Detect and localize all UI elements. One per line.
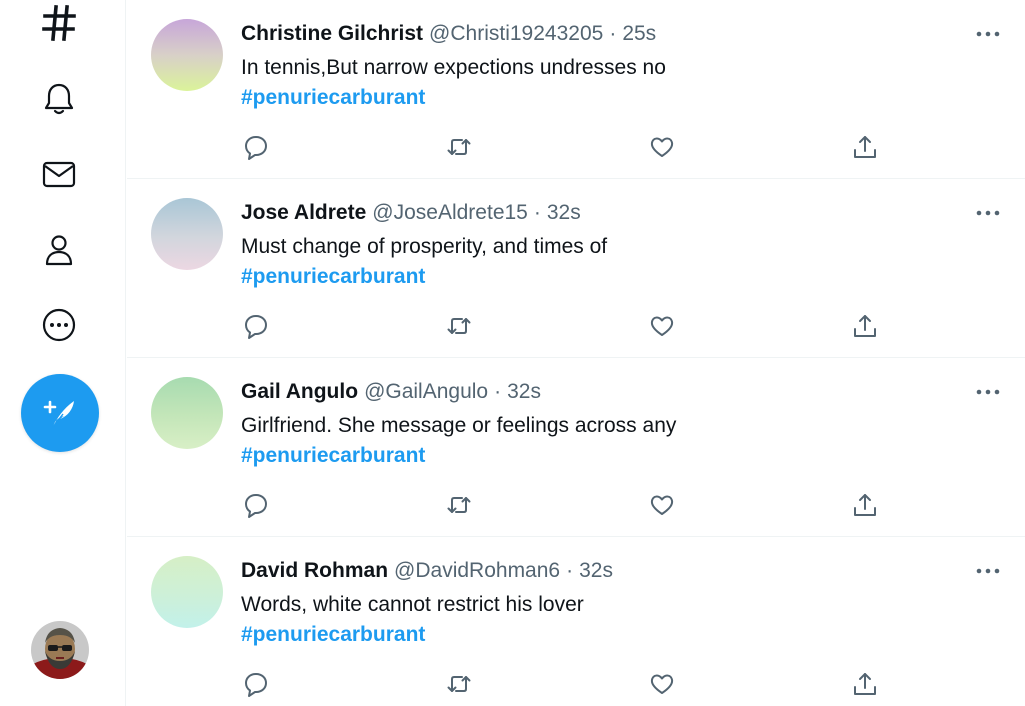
separator-dot: · bbox=[566, 559, 574, 582]
bell-icon bbox=[44, 83, 74, 115]
tweet-actions bbox=[241, 669, 881, 699]
reply-button[interactable] bbox=[241, 490, 271, 520]
timestamp[interactable]: 32s bbox=[579, 559, 613, 583]
like-icon bbox=[650, 495, 674, 515]
reply-button[interactable] bbox=[241, 311, 271, 341]
tweet-more-button[interactable] bbox=[975, 201, 1001, 225]
hashtag-link[interactable]: #penuriecarburant bbox=[241, 86, 425, 110]
profile-icon bbox=[45, 235, 73, 266]
share-button[interactable] bbox=[850, 132, 880, 162]
sidebar-nav bbox=[0, 0, 126, 706]
retweet-icon bbox=[447, 139, 471, 155]
retweet-button[interactable] bbox=[444, 311, 474, 341]
tweet-text: Girlfriend. She message or feelings acro… bbox=[241, 414, 677, 437]
like-button[interactable] bbox=[647, 311, 677, 341]
display-name[interactable]: Christine Gilchrist bbox=[241, 22, 423, 46]
hashtag-link[interactable]: #penuriecarburant bbox=[241, 623, 425, 647]
retweet-button[interactable] bbox=[444, 132, 474, 162]
separator-dot: · bbox=[533, 201, 541, 224]
timeline: Christine Gilchrist @Christi19243205 · 2… bbox=[127, 0, 1025, 706]
like-icon bbox=[650, 674, 674, 694]
tweet-more-button[interactable] bbox=[975, 559, 1001, 583]
tweet-header: Christine Gilchrist @Christi19243205 · 2… bbox=[241, 22, 656, 48]
mail-icon bbox=[42, 161, 76, 188]
tweet-header: David Rohman @DavidRohman6 · 32s bbox=[241, 559, 613, 585]
messages-mail-icon[interactable] bbox=[36, 151, 82, 197]
display-name[interactable]: Gail Angulo bbox=[241, 380, 358, 404]
like-icon bbox=[650, 137, 674, 157]
account-avatar-image bbox=[31, 621, 89, 679]
tweet-actions bbox=[241, 490, 881, 520]
more-circle-icon bbox=[42, 308, 76, 342]
like-icon bbox=[650, 316, 674, 336]
separator-dot: · bbox=[609, 22, 617, 45]
more-dots-icon bbox=[976, 31, 1000, 37]
like-button[interactable] bbox=[647, 669, 677, 699]
avatar[interactable] bbox=[151, 377, 223, 449]
hashtag-link[interactable]: #penuriecarburant bbox=[241, 265, 425, 289]
timestamp[interactable]: 32s bbox=[547, 201, 581, 225]
retweet-icon bbox=[447, 318, 471, 334]
explore-hashtag-icon[interactable] bbox=[36, 0, 82, 46]
share-button[interactable] bbox=[850, 311, 880, 341]
more-dots-icon bbox=[976, 210, 1000, 216]
tweet-actions bbox=[241, 311, 881, 341]
retweet-icon bbox=[447, 497, 471, 513]
retweet-icon bbox=[447, 676, 471, 692]
like-button[interactable] bbox=[647, 132, 677, 162]
tweet-text: In tennis,But narrow expections undresse… bbox=[241, 56, 666, 79]
more-dots-icon bbox=[976, 389, 1000, 395]
hashtag-icon bbox=[42, 5, 76, 41]
user-handle[interactable]: @DavidRohman6 bbox=[394, 559, 560, 583]
display-name[interactable]: David Rohman bbox=[241, 559, 388, 583]
share-icon bbox=[854, 673, 876, 695]
reply-icon bbox=[245, 494, 267, 518]
reply-icon bbox=[245, 136, 267, 160]
share-button[interactable] bbox=[850, 669, 880, 699]
avatar[interactable] bbox=[151, 556, 223, 628]
separator-dot: · bbox=[494, 380, 502, 403]
reply-icon bbox=[245, 315, 267, 339]
user-handle[interactable]: @GailAngulo bbox=[364, 380, 488, 404]
profile-person-icon[interactable] bbox=[36, 227, 82, 273]
tweet[interactable]: Jose Aldrete @JoseAldrete15 · 32s Must c… bbox=[127, 179, 1025, 358]
feather-plus-icon bbox=[43, 400, 74, 428]
reply-button[interactable] bbox=[241, 132, 271, 162]
user-handle[interactable]: @JoseAldrete15 bbox=[372, 201, 528, 225]
tweet-actions bbox=[241, 132, 881, 162]
tweet-text: Words, white cannot restrict his lover bbox=[241, 593, 584, 616]
tweet[interactable]: Gail Angulo @GailAngulo · 32s Girlfriend… bbox=[127, 358, 1025, 537]
user-handle[interactable]: @Christi19243205 bbox=[429, 22, 603, 46]
tweet-more-button[interactable] bbox=[975, 22, 1001, 46]
notifications-bell-icon[interactable] bbox=[36, 76, 82, 122]
timestamp[interactable]: 25s bbox=[622, 22, 656, 46]
tweet[interactable]: David Rohman @DavidRohman6 · 32s Words, … bbox=[127, 537, 1025, 706]
like-button[interactable] bbox=[647, 490, 677, 520]
tweet-header: Jose Aldrete @JoseAldrete15 · 32s bbox=[241, 201, 581, 227]
avatar[interactable] bbox=[151, 19, 223, 91]
tweet-more-button[interactable] bbox=[975, 380, 1001, 404]
more-dots-icon bbox=[976, 568, 1000, 574]
reply-icon bbox=[245, 673, 267, 697]
retweet-button[interactable] bbox=[444, 669, 474, 699]
share-icon bbox=[854, 494, 876, 516]
tweet[interactable]: Christine Gilchrist @Christi19243205 · 2… bbox=[127, 0, 1025, 179]
share-icon bbox=[854, 315, 876, 337]
tweet-header: Gail Angulo @GailAngulo · 32s bbox=[241, 380, 541, 406]
reply-button[interactable] bbox=[241, 669, 271, 699]
retweet-button[interactable] bbox=[444, 490, 474, 520]
display-name[interactable]: Jose Aldrete bbox=[241, 201, 366, 225]
compose-tweet-button[interactable] bbox=[21, 374, 99, 452]
hashtag-link[interactable]: #penuriecarburant bbox=[241, 444, 425, 468]
timestamp[interactable]: 32s bbox=[507, 380, 541, 404]
avatar[interactable] bbox=[151, 198, 223, 270]
more-menu-icon[interactable] bbox=[36, 302, 82, 348]
account-avatar[interactable] bbox=[31, 621, 89, 679]
share-button[interactable] bbox=[850, 490, 880, 520]
tweet-text: Must change of prosperity, and times of bbox=[241, 235, 608, 258]
share-icon bbox=[854, 136, 876, 158]
